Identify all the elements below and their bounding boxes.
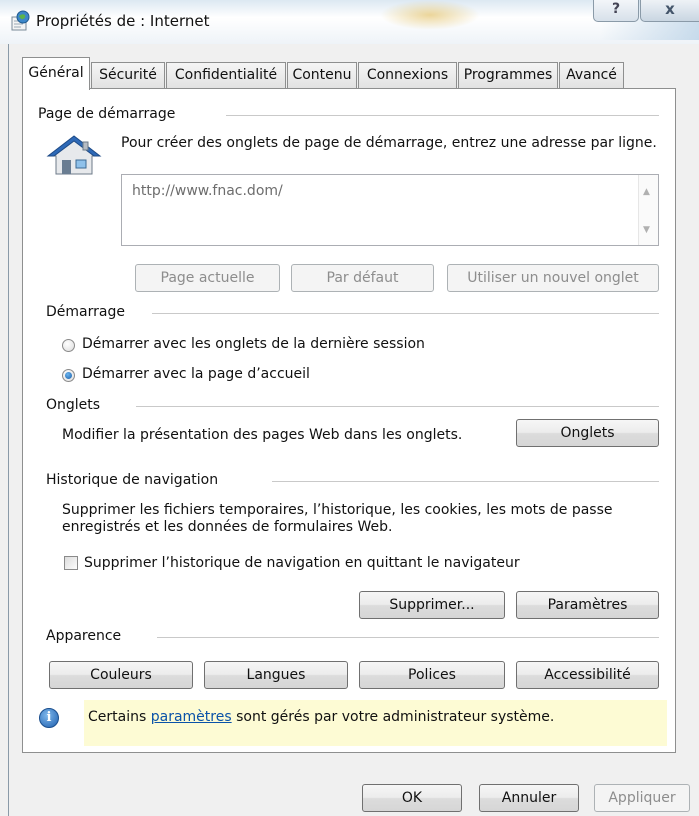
admin-notice-text: Certains paramètres sont gérés par votre… (88, 709, 554, 725)
scroll-up-icon[interactable]: ▲ (643, 187, 650, 197)
homepage-description: Pour créer des onglets de page de démarr… (121, 135, 657, 151)
use-current-button[interactable]: Page actuelle (135, 264, 280, 292)
colors-button[interactable]: Couleurs (49, 661, 193, 689)
homepage-group-title: Page de démarrage (38, 106, 176, 122)
delete-on-exit-label[interactable]: Supprimer l’historique de navigation en … (84, 555, 520, 571)
homepage-url-value: http://www.fnac.dom/ (132, 183, 283, 199)
history-description-line1: Supprimer les fichiers temporaires, l’hi… (62, 502, 613, 518)
home-icon (46, 135, 102, 175)
radio-home-page[interactable] (62, 369, 75, 382)
radio-home-page-label[interactable]: Démarrer avec la page d’accueil (82, 366, 310, 382)
scroll-down-icon[interactable]: ▼ (643, 225, 650, 235)
appearance-group-title: Apparence (46, 628, 122, 644)
admin-notice-prefix: Certains (88, 709, 151, 725)
use-new-tab-button[interactable]: Utiliser un nouvel onglet (447, 264, 659, 292)
homepage-url-input[interactable]: http://www.fnac.dom/ ▲ ▼ (121, 174, 659, 246)
apply-button[interactable]: Appliquer (594, 784, 690, 812)
use-default-button[interactable]: Par défaut (291, 264, 434, 292)
ok-button[interactable]: OK (362, 784, 462, 812)
startup-group-title: Démarrage (46, 304, 125, 320)
tabs-settings-button[interactable]: Onglets (516, 419, 659, 447)
tabs-group-title: Onglets (46, 397, 101, 413)
history-description-line2: enregistrés et les données de formulaire… (62, 519, 393, 535)
radio-last-session[interactable] (62, 339, 75, 352)
homepage-group-divider (226, 115, 659, 116)
radio-last-session-label[interactable]: Démarrer avec les onglets de la dernière… (82, 336, 425, 352)
tabs-description: Modifier la présentation des pages Web d… (62, 427, 463, 443)
delete-on-exit-checkbox[interactable] (64, 556, 78, 570)
languages-button[interactable]: Langues (204, 661, 348, 689)
startup-group-divider (152, 313, 659, 314)
accessibility-button[interactable]: Accessibilité (516, 661, 659, 689)
homepage-url-scrollbar[interactable]: ▲ ▼ (638, 175, 658, 245)
history-group-divider (272, 481, 659, 482)
history-group-title: Historique de navigation (46, 472, 219, 488)
appearance-group-divider (157, 637, 659, 638)
history-settings-button[interactable]: Paramètres (516, 591, 659, 619)
fonts-button[interactable]: Polices (359, 661, 505, 689)
admin-notice-suffix: sont gérés par votre administrateur syst… (231, 709, 555, 725)
delete-history-button[interactable]: Supprimer... (359, 591, 505, 619)
info-icon: i (39, 708, 59, 728)
settings-link[interactable]: paramètres (151, 709, 232, 725)
tabs-group-divider (136, 406, 659, 407)
cancel-button[interactable]: Annuler (479, 784, 579, 812)
